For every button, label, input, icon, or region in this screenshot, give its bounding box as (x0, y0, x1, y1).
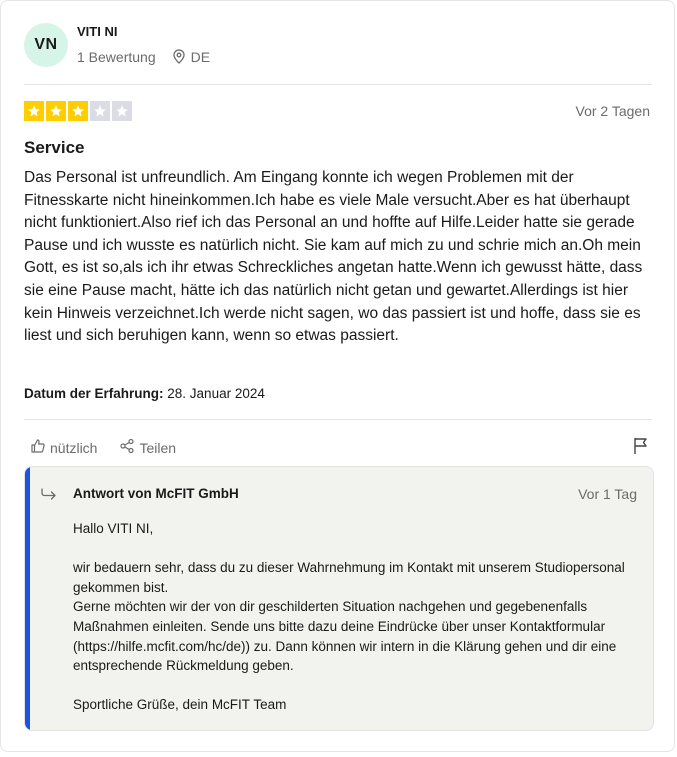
location-pin-icon (172, 49, 185, 64)
reviewer-info: VITI NI 1 Bewertung DE (77, 24, 210, 65)
reply-accent-bar (25, 467, 30, 730)
reply-greeting: Hallo VITI NI, (73, 521, 154, 536)
reply-title: Antwort von McFIT GmbH (73, 486, 239, 501)
company-reply: Antwort von McFIT GmbH Vor 1 Tag Hallo V… (24, 466, 654, 731)
review-title: Service (24, 138, 85, 157)
experience-date: Datum der Erfahrung: 28. Januar 2024 (24, 386, 265, 401)
reply-arrow-icon (40, 487, 58, 506)
review-date: Vor 2 Tagen (575, 103, 650, 119)
reviewer-header: VN VITI NI 1 Bewertung DE (24, 23, 210, 67)
report-flag-icon[interactable] (633, 437, 649, 460)
star-icon (68, 101, 88, 121)
share-icon (119, 438, 135, 457)
thumbs-up-icon (30, 438, 46, 457)
reply-paragraph: wir bedauern sehr, dass du zu dieser Wah… (73, 560, 625, 595)
avatar[interactable]: VN (24, 23, 68, 67)
reply-date: Vor 1 Tag (578, 486, 637, 502)
review-actions: nützlich Teilen (30, 438, 176, 457)
star-icon (46, 101, 66, 121)
star-icon (24, 101, 44, 121)
reply-signoff: Sportliche Grüße, dein McFIT Team (73, 697, 287, 713)
share-label: Teilen (139, 439, 177, 456)
experience-value: 28. Januar 2024 (167, 386, 265, 401)
share-button[interactable]: Teilen (119, 438, 176, 457)
useful-button[interactable]: nützlich (30, 438, 97, 457)
review-count: 1 Bewertung (77, 48, 156, 65)
reviewer-country: DE (190, 48, 211, 65)
star-empty-icon (90, 101, 110, 121)
reviewer-meta: 1 Bewertung DE (77, 49, 210, 65)
experience-label: Datum der Erfahrung: (24, 386, 164, 401)
star-empty-icon (112, 101, 132, 121)
review-text: Das Personal ist unfreundlich. Am Eingan… (24, 169, 643, 345)
header-divider (24, 84, 652, 85)
reviewer-name[interactable]: VITI NI (77, 24, 210, 39)
useful-label: nützlich (50, 439, 98, 456)
reply-body: Hallo VITI NI, wir bedauern sehr, dass d… (73, 519, 643, 715)
review-card: VN VITI NI 1 Bewertung DE Vor 2 Tagen Se… (0, 0, 675, 752)
actions-divider (24, 419, 652, 420)
reply-paragraph: Gerne möchten wir der von dir geschilder… (73, 599, 617, 674)
star-rating (24, 101, 132, 121)
